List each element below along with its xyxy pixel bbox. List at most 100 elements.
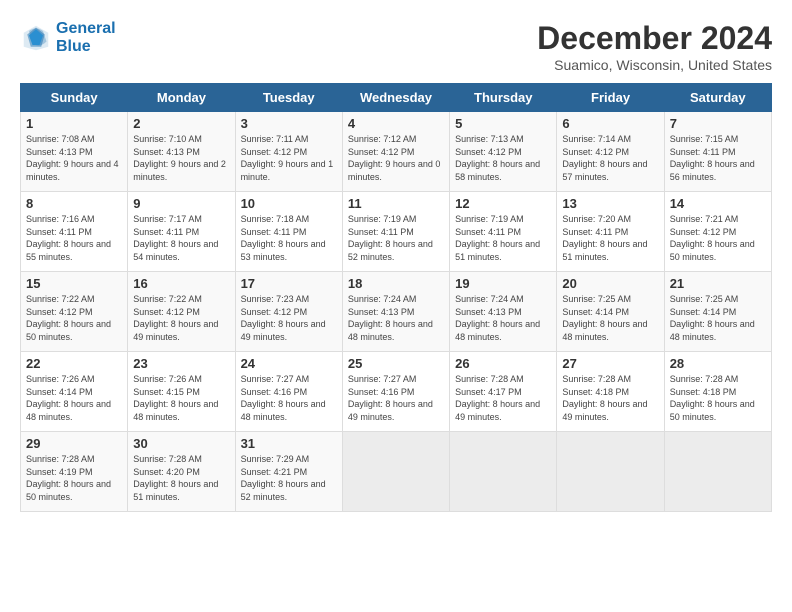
day-detail: Sunrise: 7:10 AMSunset: 4:13 PMDaylight:… <box>133 134 226 182</box>
day-detail: Sunrise: 7:29 AMSunset: 4:21 PMDaylight:… <box>241 454 326 502</box>
calendar-cell: 13 Sunrise: 7:20 AMSunset: 4:11 PMDaylig… <box>557 192 664 272</box>
calendar-cell: 1 Sunrise: 7:08 AMSunset: 4:13 PMDayligh… <box>21 112 128 192</box>
calendar-cell: 10 Sunrise: 7:18 AMSunset: 4:11 PMDaylig… <box>235 192 342 272</box>
day-number: 29 <box>26 436 122 451</box>
day-detail: Sunrise: 7:25 AMSunset: 4:14 PMDaylight:… <box>562 294 647 342</box>
day-detail: Sunrise: 7:28 AMSunset: 4:17 PMDaylight:… <box>455 374 540 422</box>
calendar-cell: 22 Sunrise: 7:26 AMSunset: 4:14 PMDaylig… <box>21 352 128 432</box>
calendar-cell: 7 Sunrise: 7:15 AMSunset: 4:11 PMDayligh… <box>664 112 771 192</box>
day-detail: Sunrise: 7:19 AMSunset: 4:11 PMDaylight:… <box>455 214 540 262</box>
calendar-body: 1 Sunrise: 7:08 AMSunset: 4:13 PMDayligh… <box>21 112 772 512</box>
calendar-cell: 9 Sunrise: 7:17 AMSunset: 4:11 PMDayligh… <box>128 192 235 272</box>
calendar-header: SundayMondayTuesdayWednesdayThursdayFrid… <box>21 84 772 112</box>
day-detail: Sunrise: 7:26 AMSunset: 4:14 PMDaylight:… <box>26 374 111 422</box>
weekday-header: Thursday <box>450 84 557 112</box>
calendar-cell <box>342 432 449 512</box>
main-title: December 2024 <box>537 20 772 57</box>
day-number: 24 <box>241 356 337 371</box>
calendar-cell: 27 Sunrise: 7:28 AMSunset: 4:18 PMDaylig… <box>557 352 664 432</box>
calendar-cell <box>664 432 771 512</box>
calendar-cell: 15 Sunrise: 7:22 AMSunset: 4:12 PMDaylig… <box>21 272 128 352</box>
day-number: 2 <box>133 116 229 131</box>
day-detail: Sunrise: 7:24 AMSunset: 4:13 PMDaylight:… <box>455 294 540 342</box>
calendar-cell: 17 Sunrise: 7:23 AMSunset: 4:12 PMDaylig… <box>235 272 342 352</box>
calendar-cell: 25 Sunrise: 7:27 AMSunset: 4:16 PMDaylig… <box>342 352 449 432</box>
day-detail: Sunrise: 7:26 AMSunset: 4:15 PMDaylight:… <box>133 374 218 422</box>
day-number: 23 <box>133 356 229 371</box>
day-number: 10 <box>241 196 337 211</box>
title-area: December 2024 Suamico, Wisconsin, United… <box>537 20 772 73</box>
day-detail: Sunrise: 7:28 AMSunset: 4:18 PMDaylight:… <box>562 374 647 422</box>
calendar-row: 29 Sunrise: 7:28 AMSunset: 4:19 PMDaylig… <box>21 432 772 512</box>
day-detail: Sunrise: 7:25 AMSunset: 4:14 PMDaylight:… <box>670 294 755 342</box>
day-number: 6 <box>562 116 658 131</box>
calendar-cell: 23 Sunrise: 7:26 AMSunset: 4:15 PMDaylig… <box>128 352 235 432</box>
calendar-cell: 18 Sunrise: 7:24 AMSunset: 4:13 PMDaylig… <box>342 272 449 352</box>
day-number: 31 <box>241 436 337 451</box>
day-number: 8 <box>26 196 122 211</box>
day-detail: Sunrise: 7:08 AMSunset: 4:13 PMDaylight:… <box>26 134 119 182</box>
weekday-header: Tuesday <box>235 84 342 112</box>
day-detail: Sunrise: 7:17 AMSunset: 4:11 PMDaylight:… <box>133 214 218 262</box>
day-detail: Sunrise: 7:28 AMSunset: 4:18 PMDaylight:… <box>670 374 755 422</box>
page-header: General Blue December 2024 Suamico, Wisc… <box>20 20 772 73</box>
calendar-cell: 31 Sunrise: 7:29 AMSunset: 4:21 PMDaylig… <box>235 432 342 512</box>
day-number: 3 <box>241 116 337 131</box>
calendar-cell: 2 Sunrise: 7:10 AMSunset: 4:13 PMDayligh… <box>128 112 235 192</box>
calendar-cell: 12 Sunrise: 7:19 AMSunset: 4:11 PMDaylig… <box>450 192 557 272</box>
calendar-cell: 16 Sunrise: 7:22 AMSunset: 4:12 PMDaylig… <box>128 272 235 352</box>
day-number: 5 <box>455 116 551 131</box>
calendar-cell: 26 Sunrise: 7:28 AMSunset: 4:17 PMDaylig… <box>450 352 557 432</box>
day-detail: Sunrise: 7:20 AMSunset: 4:11 PMDaylight:… <box>562 214 647 262</box>
day-number: 4 <box>348 116 444 131</box>
weekday-header: Monday <box>128 84 235 112</box>
day-number: 27 <box>562 356 658 371</box>
calendar-cell: 24 Sunrise: 7:27 AMSunset: 4:16 PMDaylig… <box>235 352 342 432</box>
day-number: 28 <box>670 356 766 371</box>
day-number: 17 <box>241 276 337 291</box>
calendar-row: 8 Sunrise: 7:16 AMSunset: 4:11 PMDayligh… <box>21 192 772 272</box>
day-detail: Sunrise: 7:12 AMSunset: 4:12 PMDaylight:… <box>348 134 441 182</box>
day-detail: Sunrise: 7:27 AMSunset: 4:16 PMDaylight:… <box>241 374 326 422</box>
day-detail: Sunrise: 7:23 AMSunset: 4:12 PMDaylight:… <box>241 294 326 342</box>
weekday-header: Friday <box>557 84 664 112</box>
day-detail: Sunrise: 7:18 AMSunset: 4:11 PMDaylight:… <box>241 214 326 262</box>
day-detail: Sunrise: 7:22 AMSunset: 4:12 PMDaylight:… <box>26 294 111 342</box>
calendar-cell: 30 Sunrise: 7:28 AMSunset: 4:20 PMDaylig… <box>128 432 235 512</box>
calendar-row: 15 Sunrise: 7:22 AMSunset: 4:12 PMDaylig… <box>21 272 772 352</box>
day-number: 25 <box>348 356 444 371</box>
day-number: 30 <box>133 436 229 451</box>
calendar-table: SundayMondayTuesdayWednesdayThursdayFrid… <box>20 83 772 512</box>
calendar-cell: 6 Sunrise: 7:14 AMSunset: 4:12 PMDayligh… <box>557 112 664 192</box>
day-number: 22 <box>26 356 122 371</box>
day-detail: Sunrise: 7:13 AMSunset: 4:12 PMDaylight:… <box>455 134 540 182</box>
logo-icon <box>20 24 52 52</box>
day-detail: Sunrise: 7:27 AMSunset: 4:16 PMDaylight:… <box>348 374 433 422</box>
day-number: 7 <box>670 116 766 131</box>
day-detail: Sunrise: 7:28 AMSunset: 4:20 PMDaylight:… <box>133 454 218 502</box>
calendar-cell: 11 Sunrise: 7:19 AMSunset: 4:11 PMDaylig… <box>342 192 449 272</box>
day-number: 15 <box>26 276 122 291</box>
day-number: 26 <box>455 356 551 371</box>
day-detail: Sunrise: 7:11 AMSunset: 4:12 PMDaylight:… <box>241 134 334 182</box>
day-detail: Sunrise: 7:19 AMSunset: 4:11 PMDaylight:… <box>348 214 433 262</box>
calendar-cell: 20 Sunrise: 7:25 AMSunset: 4:14 PMDaylig… <box>557 272 664 352</box>
logo-text: General Blue <box>56 20 116 56</box>
calendar-cell: 14 Sunrise: 7:21 AMSunset: 4:12 PMDaylig… <box>664 192 771 272</box>
day-detail: Sunrise: 7:22 AMSunset: 4:12 PMDaylight:… <box>133 294 218 342</box>
calendar-cell: 19 Sunrise: 7:24 AMSunset: 4:13 PMDaylig… <box>450 272 557 352</box>
day-number: 21 <box>670 276 766 291</box>
day-number: 13 <box>562 196 658 211</box>
weekday-header: Wednesday <box>342 84 449 112</box>
calendar-cell: 5 Sunrise: 7:13 AMSunset: 4:12 PMDayligh… <box>450 112 557 192</box>
calendar-cell <box>557 432 664 512</box>
weekday-header: Sunday <box>21 84 128 112</box>
day-detail: Sunrise: 7:16 AMSunset: 4:11 PMDaylight:… <box>26 214 111 262</box>
day-detail: Sunrise: 7:15 AMSunset: 4:11 PMDaylight:… <box>670 134 755 182</box>
calendar-row: 1 Sunrise: 7:08 AMSunset: 4:13 PMDayligh… <box>21 112 772 192</box>
day-number: 9 <box>133 196 229 211</box>
day-number: 18 <box>348 276 444 291</box>
day-number: 16 <box>133 276 229 291</box>
subtitle: Suamico, Wisconsin, United States <box>537 57 772 73</box>
day-detail: Sunrise: 7:14 AMSunset: 4:12 PMDaylight:… <box>562 134 647 182</box>
